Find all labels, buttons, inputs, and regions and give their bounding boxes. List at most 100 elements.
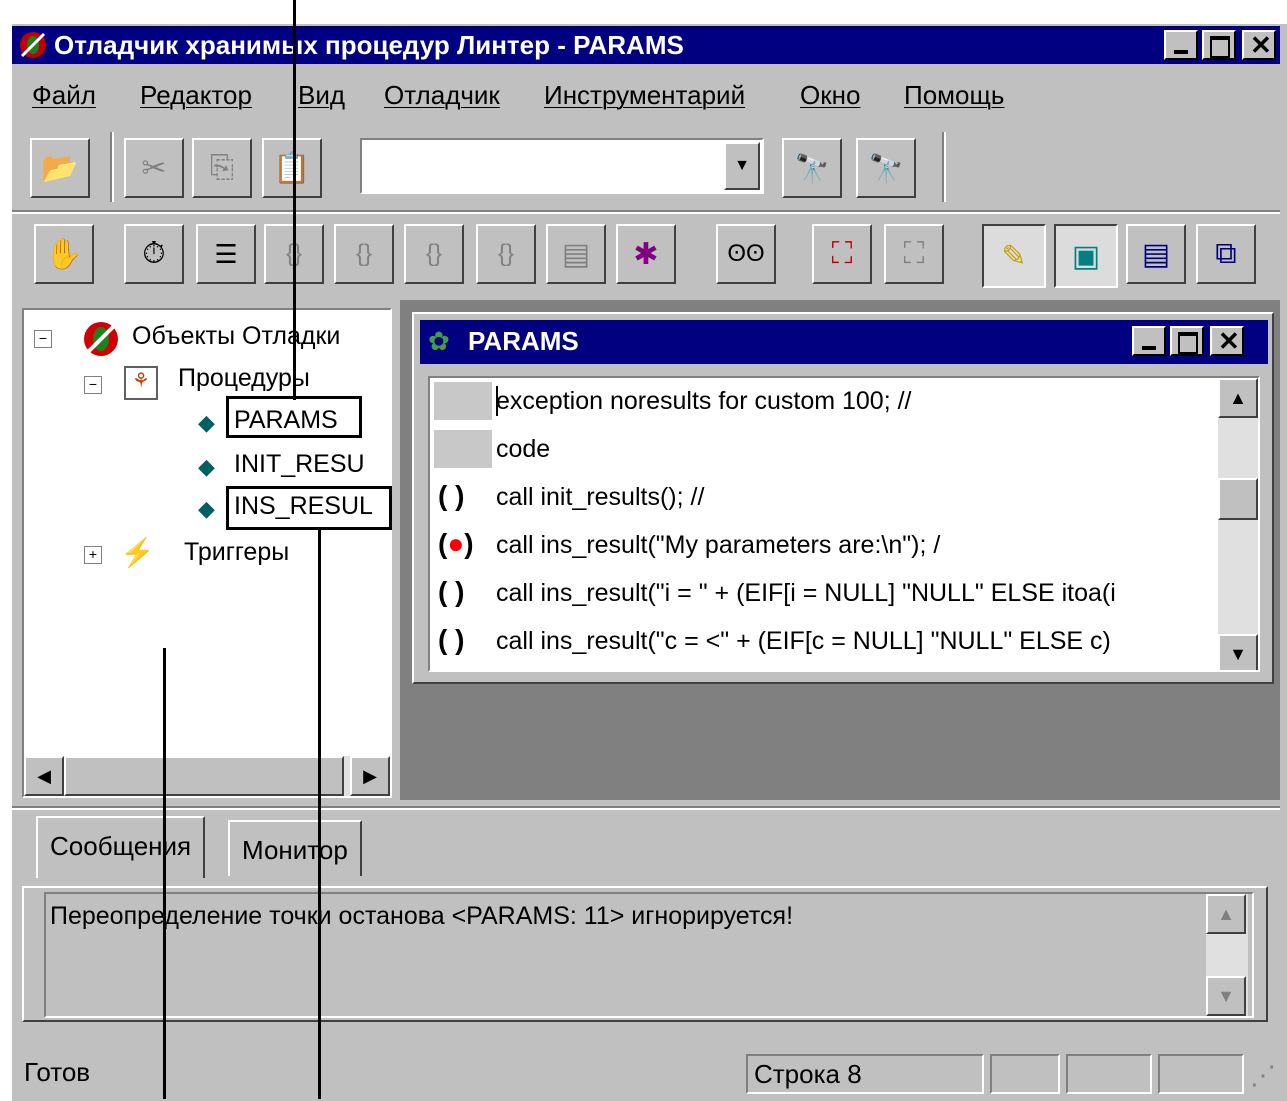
messages-scrollbar[interactable]: ▲ ▼	[1206, 894, 1248, 1016]
stop-button[interactable]: ✋	[34, 224, 94, 284]
bug-icon: ✿	[428, 326, 450, 356]
open-folder-icon: 📂	[41, 151, 79, 185]
code-line[interactable]: exception noresults for custom 100; //	[430, 378, 1220, 424]
skip-button[interactable]: ▤	[546, 224, 606, 284]
find-previous-button[interactable]: 🔭	[856, 138, 916, 198]
tab-messages[interactable]: Сообщения	[36, 816, 206, 878]
run-to-cursor-button[interactable]: ☰	[196, 224, 256, 284]
scroll-thumb[interactable]	[64, 756, 344, 796]
block-icon: {}	[497, 240, 515, 267]
cascade-icon: ⧉	[1215, 237, 1237, 270]
animate-icon: ✱	[633, 237, 659, 271]
toolbar-separator	[942, 132, 946, 202]
scroll-left-button[interactable]: ◀	[24, 756, 64, 796]
tab-monitor[interactable]: Монитор	[228, 820, 362, 876]
code-line[interactable]: (●) call ins_result("My parameters are:\…	[430, 522, 1220, 568]
search-combobox[interactable]: ▼	[360, 138, 764, 194]
title-bar[interactable]: Отладчик хранимых процедур Линтер - PARA…	[12, 26, 1280, 64]
resize-grip-icon[interactable]: ⋰	[1250, 1060, 1280, 1094]
procedures-label[interactable]: Процедуры	[178, 364, 310, 393]
line-gutter[interactable]	[434, 430, 492, 468]
maximize-button[interactable]	[1202, 30, 1236, 60]
run-to-end-button[interactable]: {}	[476, 224, 536, 284]
menu-debugger[interactable]: Отладчик	[384, 80, 500, 111]
step-list-icon: ☰	[214, 238, 238, 269]
editor-view-button[interactable]: ✎	[982, 224, 1046, 288]
menu-help[interactable]: Помощь	[904, 80, 1004, 111]
collapse-procedures-icon[interactable]: −	[84, 376, 102, 394]
menu-view[interactable]: Вид	[298, 80, 345, 111]
collapse-root-icon[interactable]: −	[34, 330, 52, 348]
find-next-button[interactable]: 🔭	[782, 138, 842, 198]
arrow-up-icon: ▲	[1229, 387, 1247, 408]
close-icon: ✕	[1218, 326, 1240, 356]
pane-splitter[interactable]	[12, 806, 1280, 810]
animate-button[interactable]: ✱	[616, 224, 676, 284]
line-gutter[interactable]	[434, 382, 492, 420]
scroll-right-button[interactable]: ▶	[350, 756, 390, 796]
breakpoint-slot[interactable]: ( )	[438, 622, 464, 658]
params-editor-window[interactable]: ✿ PARAMS ✕ exception noresults for custo…	[412, 312, 1274, 684]
code-line[interactable]: code	[430, 426, 1220, 472]
code-line[interactable]: ( ) call ins_result("i = " + (EIF[i = NU…	[430, 570, 1220, 616]
scroll-up-button[interactable]: ▲	[1206, 894, 1246, 934]
scroll-down-button[interactable]: ▼	[1218, 634, 1258, 670]
variables-view-button[interactable]: ▣	[1054, 224, 1118, 288]
editor-vertical-scrollbar[interactable]: ▲ ▼	[1218, 378, 1258, 670]
cascade-windows-button[interactable]: ⧉	[1196, 224, 1256, 284]
chevron-down-icon: ▼	[734, 157, 750, 174]
breakpoint-remove-icon: ⛶	[903, 237, 925, 270]
highlight-box	[226, 396, 362, 438]
minimize-button[interactable]	[1164, 30, 1198, 60]
breakpoint-slot[interactable]: ( )	[438, 574, 464, 610]
editor-title-bar[interactable]: ✿ PARAMS ✕	[420, 320, 1268, 364]
callout-line	[318, 530, 321, 1099]
copy-button[interactable]: ⎘	[192, 138, 252, 198]
triggers-label[interactable]: Триггеры	[184, 538, 289, 567]
add-breakpoint-button[interactable]: ⛶	[812, 224, 872, 284]
tree-root-label[interactable]: Объекты Отладки	[132, 322, 340, 351]
editor-close-button[interactable]: ✕	[1210, 326, 1244, 356]
menu-window[interactable]: Окно	[800, 80, 860, 111]
breakpoint-slot[interactable]: ( )	[438, 478, 464, 514]
procedure-icon: ◆	[198, 454, 215, 479]
cut-button[interactable]: ✂	[124, 138, 184, 198]
binoculars-back-icon: 🔭	[868, 152, 904, 184]
scroll-down-button[interactable]: ▼	[1206, 976, 1246, 1016]
code-text: call ins_result("c = <" + (EIF[c = NULL]…	[496, 627, 1111, 655]
open-button[interactable]: 📂	[30, 138, 90, 198]
procedure-icon: ◆	[198, 410, 215, 435]
code-editor[interactable]: exception noresults for custom 100; // c…	[428, 376, 1260, 672]
object-tree-panel[interactable]: − Объекты Отладки − ⚘ Процедуры ◆ PARAMS…	[22, 308, 392, 798]
menu-editor[interactable]: Редактор	[140, 80, 252, 111]
breakpoint-slot-active[interactable]: (●)	[438, 526, 474, 562]
scroll-up-button[interactable]: ▲	[1218, 378, 1258, 418]
close-button[interactable]: ✕	[1242, 30, 1276, 60]
expand-triggers-icon[interactable]: +	[84, 546, 102, 564]
paste-button[interactable]: 📋	[262, 138, 322, 198]
step-out-button[interactable]: {}	[404, 224, 464, 284]
editor-minimize-button[interactable]	[1132, 326, 1166, 356]
code-text: call ins_result("My parameters are:\n");…	[496, 531, 941, 559]
watch-button[interactable]: ʘʘ	[716, 224, 776, 284]
code-line[interactable]: ( ) call ins_result("c = <" + (EIF[c = N…	[430, 618, 1220, 664]
tree-horizontal-scrollbar[interactable]: ◀ ▶	[24, 756, 390, 796]
breakpoint-dot-icon: ●	[447, 528, 465, 559]
code-text: call ins_result("i = " + (EIF[i = NULL] …	[496, 579, 1116, 607]
procedure-item-init-results[interactable]: INIT_RESU	[234, 450, 365, 479]
menu-tools[interactable]: Инструментарий	[544, 80, 745, 111]
message-text: Переопределение точки останова <PARAMS: …	[50, 902, 794, 930]
arrow-up-icon: ▲	[1217, 903, 1235, 924]
breakpoint-add-icon: ⛶	[831, 237, 853, 270]
combobox-dropdown-button[interactable]: ▼	[724, 142, 760, 190]
editor-title: PARAMS	[468, 326, 579, 356]
code-line[interactable]: ( ) call init_results(); //	[430, 474, 1220, 520]
editor-maximize-button[interactable]	[1170, 326, 1204, 356]
step-over-icon: {}	[355, 240, 373, 267]
scroll-thumb[interactable]	[1218, 478, 1258, 520]
timer-button[interactable]: ⏱	[124, 224, 184, 284]
call-stack-view-button[interactable]: ▤	[1126, 224, 1186, 284]
step-over-button[interactable]: {}	[334, 224, 394, 284]
menu-file[interactable]: Файл	[32, 80, 96, 111]
remove-breakpoint-button[interactable]: ⛶	[884, 224, 944, 284]
